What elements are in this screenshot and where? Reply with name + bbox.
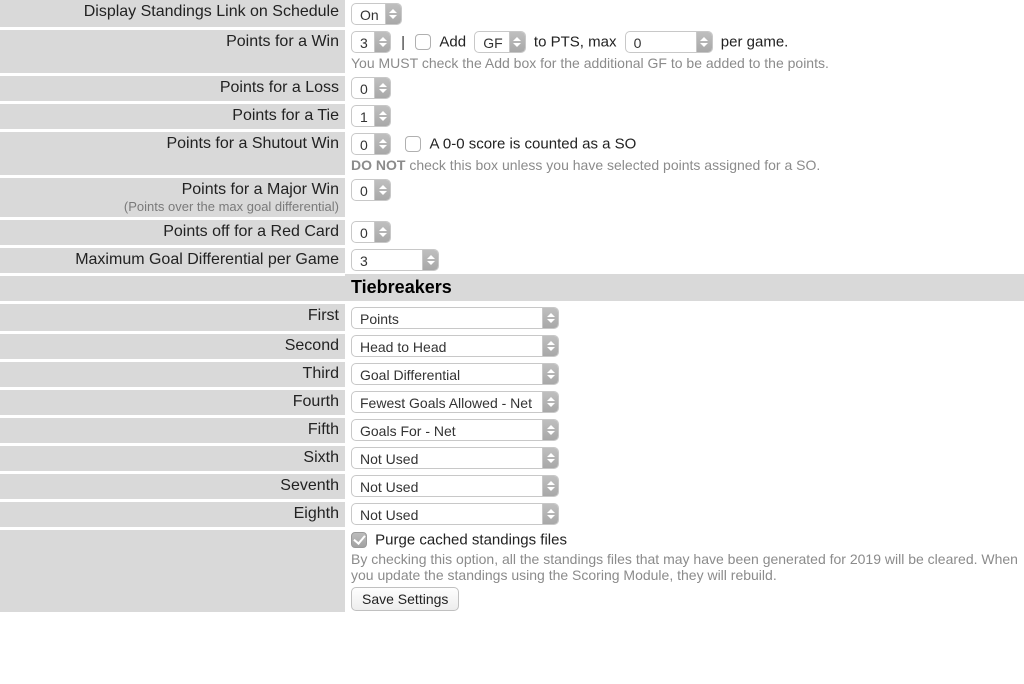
select-gf-value: GF xyxy=(475,32,508,52)
stepper-icon xyxy=(542,364,558,384)
label-tiebreaker-5: Fifth xyxy=(308,421,339,438)
select-points-tie-value: 1 xyxy=(352,106,374,126)
section-header-tiebreakers: Tiebreakers xyxy=(351,277,452,297)
select-tiebreaker-1[interactable]: Points xyxy=(351,307,559,329)
save-button[interactable]: Save Settings xyxy=(351,587,459,611)
label-tiebreaker-6: Sixth xyxy=(303,449,339,466)
stepper-icon xyxy=(374,32,390,52)
select-points-shutout-value: 0 xyxy=(352,134,374,154)
label-so-count: A 0-0 score is counted as a SO xyxy=(430,136,637,153)
select-points-tie[interactable]: 1 xyxy=(351,105,391,127)
label-display-link: Display Standings Link on Schedule xyxy=(84,3,339,20)
label-tiebreaker-8: Eighth xyxy=(294,505,339,522)
select-max-diff[interactable]: 3 xyxy=(351,249,439,271)
select-tiebreaker-7[interactable]: Not Used xyxy=(351,475,559,497)
select-points-shutout[interactable]: 0 xyxy=(351,133,391,155)
select-tiebreaker-8[interactable]: Not Used xyxy=(351,503,559,525)
select-tiebreaker-3-value: Goal Differential xyxy=(352,364,542,384)
select-tiebreaker-6-value: Not Used xyxy=(352,448,542,468)
select-points-redcard[interactable]: 0 xyxy=(351,221,391,243)
select-points-win-value: 3 xyxy=(352,32,374,52)
label-points-loss: Points for a Loss xyxy=(220,79,339,96)
stepper-icon xyxy=(696,32,712,52)
select-points-redcard-value: 0 xyxy=(352,222,374,242)
label-max-diff: Maximum Goal Differential per Game xyxy=(75,251,339,268)
select-display-link[interactable]: On xyxy=(351,3,402,25)
select-gf[interactable]: GF xyxy=(474,31,525,53)
hint-shutout: DO NOT check this box unless you have se… xyxy=(351,157,1018,173)
stepper-icon xyxy=(374,78,390,98)
select-max-per-game[interactable]: 0 xyxy=(625,31,713,53)
select-points-loss-value: 0 xyxy=(352,78,374,98)
stepper-icon xyxy=(374,134,390,154)
select-tiebreaker-8-value: Not Used xyxy=(352,504,542,524)
label-tiebreaker-2: Second xyxy=(285,337,339,354)
select-max-per-game-value: 0 xyxy=(626,32,696,52)
checkbox-so-count[interactable] xyxy=(405,136,421,152)
stepper-icon xyxy=(422,250,438,270)
stepper-icon xyxy=(385,4,401,24)
stepper-icon xyxy=(542,308,558,328)
label-per-game: per game. xyxy=(721,34,789,51)
label-add: Add xyxy=(439,34,466,51)
hint-points-win: You MUST check the Add box for the addit… xyxy=(351,55,1018,71)
select-tiebreaker-2-value: Head to Head xyxy=(352,336,542,356)
stepper-icon xyxy=(374,106,390,126)
select-points-major[interactable]: 0 xyxy=(351,179,391,201)
stepper-icon xyxy=(542,476,558,496)
label-tiebreaker-4: Fourth xyxy=(293,393,339,410)
select-tiebreaker-2[interactable]: Head to Head xyxy=(351,335,559,357)
stepper-icon xyxy=(542,504,558,524)
label-points-major: Points for a Major Win xyxy=(182,181,339,198)
stepper-icon xyxy=(509,32,525,52)
label-points-redcard: Points off for a Red Card xyxy=(163,223,339,240)
select-points-loss[interactable]: 0 xyxy=(351,77,391,99)
select-points-win[interactable]: 3 xyxy=(351,31,391,53)
label-tiebreaker-3: Third xyxy=(303,365,339,382)
hint-shutout-rest: check this box unless you have selected … xyxy=(405,157,820,173)
sublabel-points-major: (Points over the max goal differential) xyxy=(6,199,339,214)
stepper-icon xyxy=(374,180,390,200)
select-tiebreaker-4[interactable]: Fewest Goals Allowed - Net xyxy=(351,391,559,413)
select-tiebreaker-6[interactable]: Not Used xyxy=(351,447,559,469)
label-purge: Purge cached standings files xyxy=(375,532,567,549)
label-tiebreaker-7: Seventh xyxy=(280,477,339,494)
select-tiebreaker-1-value: Points xyxy=(352,308,542,328)
select-display-link-value: On xyxy=(352,4,385,24)
label-to-pts-max: to PTS, max xyxy=(534,34,617,51)
select-points-major-value: 0 xyxy=(352,180,374,200)
stepper-icon xyxy=(542,336,558,356)
label-points-shutout: Points for a Shutout Win xyxy=(166,135,339,152)
label-tiebreaker-1: First xyxy=(308,307,339,324)
select-tiebreaker-5[interactable]: Goals For - Net xyxy=(351,419,559,441)
select-max-diff-value: 3 xyxy=(352,250,422,270)
select-tiebreaker-7-value: Not Used xyxy=(352,476,542,496)
label-points-tie: Points for a Tie xyxy=(232,107,339,124)
checkbox-add-gf[interactable] xyxy=(415,34,431,50)
hint-purge: By checking this option, all the standin… xyxy=(351,551,1018,583)
stepper-icon xyxy=(542,392,558,412)
select-tiebreaker-4-value: Fewest Goals Allowed - Net xyxy=(352,392,542,412)
hint-shutout-strong: DO NOT xyxy=(351,157,405,173)
checkbox-purge[interactable] xyxy=(351,532,367,548)
stepper-icon xyxy=(542,448,558,468)
separator: | xyxy=(401,34,405,51)
select-tiebreaker-5-value: Goals For - Net xyxy=(352,420,542,440)
stepper-icon xyxy=(542,420,558,440)
label-points-win: Points for a Win xyxy=(226,33,339,50)
stepper-icon xyxy=(374,222,390,242)
select-tiebreaker-3[interactable]: Goal Differential xyxy=(351,363,559,385)
